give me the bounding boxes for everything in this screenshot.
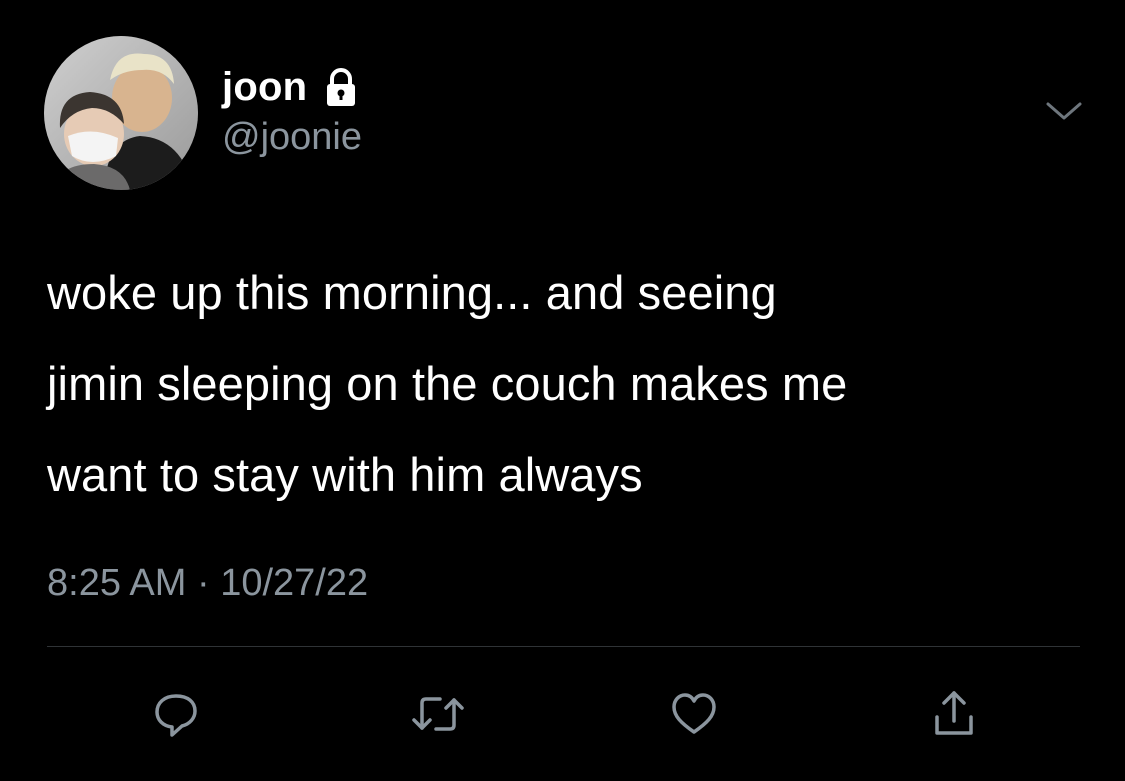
tweet-timestamp[interactable]: 8:25 AM · 10/27/22	[47, 562, 368, 605]
user-handle[interactable]: @joonie	[222, 116, 362, 159]
lock-icon	[319, 65, 363, 109]
display-name[interactable]: joon	[222, 65, 307, 110]
chevron-down-icon[interactable]	[1042, 96, 1086, 126]
tweet-date[interactable]: 10/27/22	[220, 562, 368, 604]
tweet-detail: joon @joonie woke up this morning... and…	[0, 0, 1125, 781]
meta-separator: ·	[196, 562, 210, 604]
tweet-text: woke up this morning... and seeing jimin…	[47, 247, 1087, 520]
share-button[interactable]	[924, 684, 984, 744]
tweet-time[interactable]: 8:25 AM	[47, 562, 186, 604]
reply-icon	[149, 687, 203, 741]
tweet-text-line: jimin sleeping on the couch makes me	[47, 357, 848, 410]
retweet-icon	[408, 687, 468, 741]
reply-button[interactable]	[146, 684, 206, 744]
tweet-text-line: want to stay with him always	[47, 448, 643, 501]
share-icon	[927, 687, 981, 741]
avatar[interactable]	[44, 36, 198, 190]
tweet-actions	[0, 684, 1125, 744]
user-name-row[interactable]: joon	[222, 62, 363, 112]
divider	[47, 646, 1080, 647]
heart-icon	[667, 687, 721, 741]
tweet-text-line: woke up this morning... and seeing	[47, 266, 777, 319]
retweet-button[interactable]	[408, 684, 468, 744]
like-button[interactable]	[664, 684, 724, 744]
